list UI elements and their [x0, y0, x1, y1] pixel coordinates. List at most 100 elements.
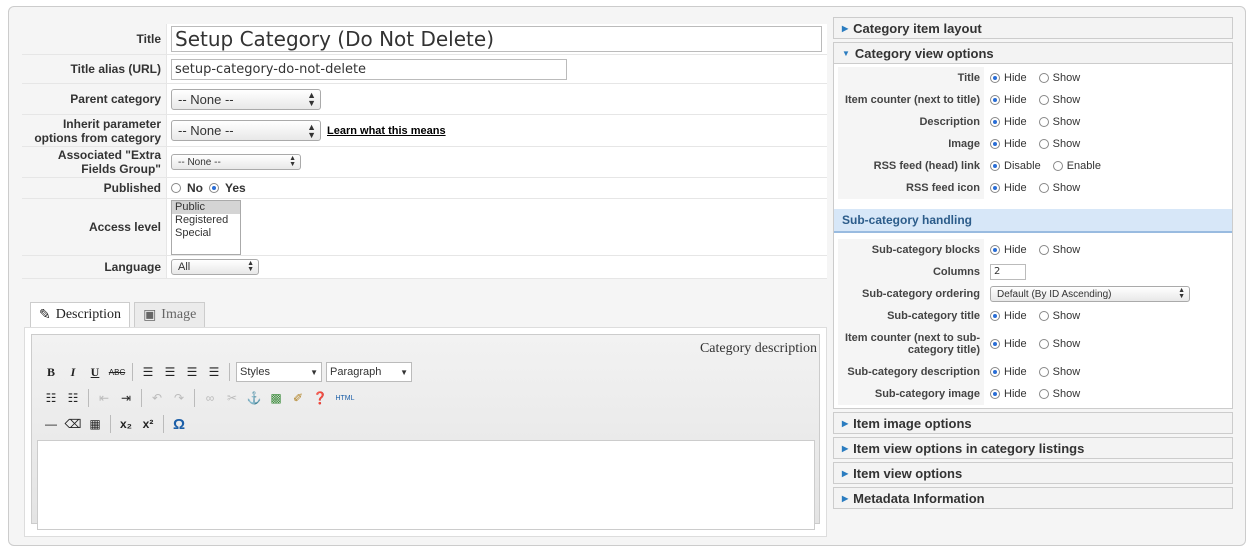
option-label: Sub-category description	[838, 361, 984, 383]
numbered-list-icon[interactable]: ☷	[64, 389, 82, 407]
option-a-radio[interactable]	[990, 367, 1000, 377]
strikethrough-button[interactable]: ABC	[108, 363, 126, 381]
panel-category-item-layout[interactable]: ▶ Category item layout	[833, 17, 1233, 39]
option-b-label: Show	[1052, 388, 1081, 400]
option-b-radio[interactable]	[1038, 95, 1049, 105]
html-source-button[interactable]: HTML	[333, 389, 357, 407]
access-option-public[interactable]: Public	[172, 200, 240, 214]
chevron-right-icon: ▶	[842, 468, 849, 478]
option-b-radio[interactable]	[1038, 339, 1049, 349]
ordering-select[interactable]: Default (By ID Ascending) ▲ ▼	[990, 286, 1190, 302]
italic-button[interactable]: I	[64, 363, 82, 381]
option-a-radio[interactable]	[990, 73, 1000, 83]
option-a-label: Hide	[1004, 94, 1027, 106]
inherit-select[interactable]: -- None -- ▲ ▼	[171, 120, 321, 141]
option-a-radio[interactable]	[990, 389, 1000, 399]
dropdown-arrow-icon: ▼	[400, 367, 408, 377]
undo-icon[interactable]: ↶	[148, 389, 166, 407]
select-arrows-icon: ▲ ▼	[307, 121, 316, 140]
option-a-radio[interactable]	[990, 139, 1000, 149]
help-icon[interactable]: ❓	[311, 389, 329, 407]
unlink-icon[interactable]: ✂	[223, 389, 241, 407]
link-icon[interactable]: ∞	[201, 389, 219, 407]
language-select[interactable]: All ▲ ▼	[171, 259, 259, 275]
option-b-radio[interactable]	[1038, 73, 1049, 83]
published-no-radio[interactable]	[171, 183, 181, 193]
option-label: Sub-category image	[838, 383, 984, 405]
option-row: RSS feed icon Hide Show	[838, 177, 1228, 199]
option-a-radio[interactable]	[990, 117, 1000, 127]
superscript-icon[interactable]: x²	[139, 415, 157, 433]
access-option-registered[interactable]: Registered	[172, 214, 240, 227]
option-b-radio[interactable]	[1038, 117, 1049, 127]
option-a-radio[interactable]	[990, 339, 1000, 349]
option-b-radio[interactable]	[1038, 367, 1049, 377]
format-select[interactable]: Paragraph ▼	[326, 362, 412, 382]
learn-more-link[interactable]: Learn what this means	[327, 125, 446, 137]
category-form: Title Setup Category (Do Not Delete) Tit…	[22, 24, 827, 279]
styles-select[interactable]: Styles ▼	[236, 362, 322, 382]
table-icon[interactable]: ▦	[86, 415, 104, 433]
align-justify-icon[interactable]: ☰	[205, 363, 223, 381]
insert-image-icon[interactable]: ▩	[267, 389, 285, 407]
alias-input[interactable]: setup-category-do-not-delete	[171, 58, 567, 80]
option-a-radio[interactable]	[990, 183, 1000, 193]
option-label: RSS feed icon	[838, 177, 984, 199]
bullet-list-icon[interactable]: ☷	[42, 389, 60, 407]
toolbar-separator	[163, 415, 164, 433]
panel-metadata-information[interactable]: ▶ Metadata Information	[833, 487, 1233, 509]
option-b-radio[interactable]	[1038, 311, 1049, 321]
option-a-radio[interactable]	[990, 245, 1000, 255]
special-character-icon[interactable]: Ω	[170, 415, 188, 433]
published-no-label: No	[187, 181, 203, 195]
option-row: Title Hide Show	[838, 67, 1228, 89]
extra-fields-select[interactable]: -- None -- ▲ ▼	[171, 154, 301, 170]
panel-category-view-options[interactable]: ▼ Category view options	[833, 42, 1233, 64]
option-row: Item counter (next to title) Hide Show	[838, 89, 1228, 111]
underline-button[interactable]: U	[86, 363, 104, 381]
panel-item-image-options[interactable]: ▶ Item image options	[833, 412, 1233, 434]
option-b-radio[interactable]	[1038, 183, 1049, 193]
align-center-icon[interactable]: ☰	[161, 363, 179, 381]
tab-description[interactable]: ✎ Description	[30, 302, 131, 327]
parent-select[interactable]: -- None -- ▲ ▼	[171, 88, 321, 110]
panel-item-view-options-listings[interactable]: ▶ Item view options in category listings	[833, 437, 1233, 459]
columns-input[interactable]: 2	[990, 264, 1026, 280]
option-b-radio[interactable]	[1038, 245, 1049, 255]
align-left-icon[interactable]: ☰	[139, 363, 157, 381]
toolbar-separator	[229, 363, 230, 381]
redo-icon[interactable]: ↷	[170, 389, 188, 407]
option-b-radio[interactable]	[1038, 389, 1049, 399]
option-a-radio[interactable]	[990, 311, 1000, 321]
option-a-radio[interactable]	[990, 95, 1000, 105]
select-arrows-icon: ▲ ▼	[289, 155, 296, 168]
option-b-label: Show	[1052, 366, 1081, 378]
option-b-radio[interactable]	[1052, 161, 1063, 171]
panel-item-view-options[interactable]: ▶ Item view options	[833, 462, 1233, 484]
cleanup-icon[interactable]: ✐	[289, 389, 307, 407]
option-label: Description	[838, 111, 984, 133]
align-right-icon[interactable]: ☰	[183, 363, 201, 381]
tab-image[interactable]: ▣ Image	[134, 302, 206, 327]
indent-icon[interactable]: ⇥	[117, 389, 135, 407]
horizontal-rule-icon[interactable]: —	[42, 415, 60, 433]
title-input[interactable]: Setup Category (Do Not Delete)	[171, 26, 822, 52]
access-listbox[interactable]: Public Registered Special	[171, 199, 241, 255]
format-select-label: Paragraph	[330, 366, 382, 378]
editor-content-area[interactable]	[37, 440, 815, 530]
extra-fields-label: Associated "Extra Fields Group"	[22, 147, 167, 177]
published-yes-radio[interactable]	[209, 183, 219, 193]
access-option-special[interactable]: Special	[172, 227, 240, 240]
anchor-icon[interactable]: ⚓	[245, 389, 263, 407]
option-a-radio[interactable]	[990, 161, 1000, 171]
toolbar-row-1: B I U ABC ☰ ☰ ☰ ☰ Styles ▼ Paragraph ▼	[32, 359, 819, 385]
option-b-radio[interactable]	[1038, 139, 1049, 149]
outdent-icon[interactable]: ⇤	[95, 389, 113, 407]
subscript-icon[interactable]: x₂	[117, 415, 135, 433]
title-row: Title Setup Category (Do Not Delete)	[22, 24, 827, 55]
option-a-label: Hide	[1004, 116, 1027, 128]
bold-button[interactable]: B	[42, 363, 60, 381]
toolbar-separator	[132, 363, 133, 381]
eraser-icon[interactable]: ⌫	[64, 415, 82, 433]
option-a-label: Hide	[1004, 310, 1027, 322]
